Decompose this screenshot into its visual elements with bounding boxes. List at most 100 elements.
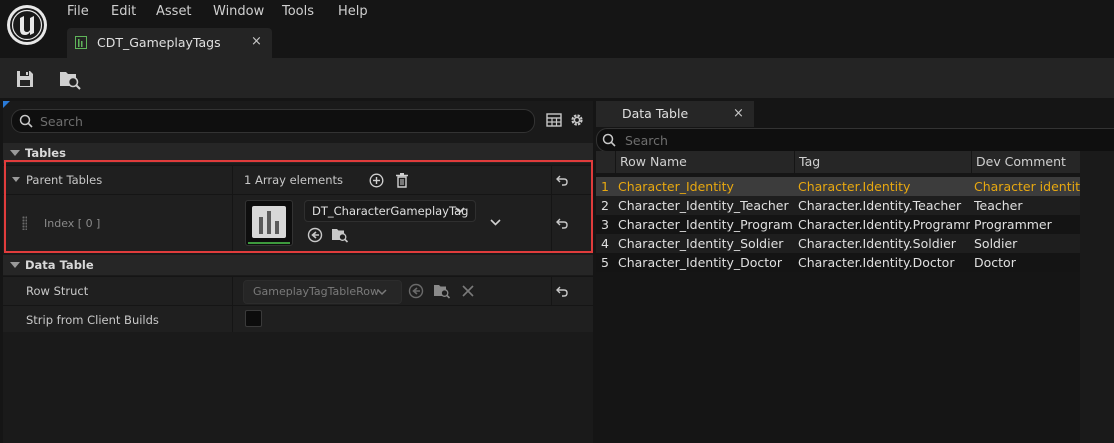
tag-cell: Character.Identity.Doctor — [798, 255, 955, 270]
menu-window[interactable]: Window — [213, 3, 264, 21]
array-count-label: 1 Array elements — [244, 173, 344, 187]
row-name-cell: Character_Identity_Teacher — [618, 198, 789, 213]
table-row[interactable]: 1 Character_Identity Character.Identity … — [596, 177, 1080, 196]
row-number: 5 — [601, 255, 609, 270]
row-name-cell: Character_Identity — [618, 179, 734, 194]
strip-client-builds-row: Strip from Client Builds — [3, 305, 593, 332]
details-search-input[interactable] — [40, 110, 520, 132]
asset-thumbnail[interactable] — [245, 200, 293, 246]
header-dev-comment[interactable]: Dev Comment — [972, 151, 1080, 173]
tag-cell: Character.Identity — [798, 179, 911, 194]
dev-comment-cell: Programmer — [974, 217, 1052, 232]
tab-label: CDT_GameplayTags — [97, 35, 221, 50]
row-number: 1 — [601, 179, 609, 194]
chevron-down-icon — [377, 289, 387, 296]
browse-icon[interactable] — [433, 282, 451, 299]
table-row[interactable]: 3 Character_Identity_Programm Character.… — [596, 215, 1080, 234]
data-table-icon — [75, 36, 87, 49]
data-table-tab[interactable]: Data Table × — [596, 101, 754, 127]
use-selected-asset-icon[interactable] — [307, 227, 323, 243]
header-num — [596, 151, 616, 173]
section-title: Data Table — [25, 258, 94, 272]
collapse-arrow-icon — [10, 150, 20, 156]
column-divider — [551, 277, 552, 305]
menu-edit[interactable]: Edit — [111, 3, 136, 21]
tables-section-header[interactable]: Tables — [3, 143, 593, 163]
drag-handle-icon[interactable] — [22, 216, 27, 230]
menu-asset[interactable]: Asset — [156, 3, 192, 21]
tag-cell: Character.Identity.Programmer — [798, 217, 970, 232]
toolbar — [0, 58, 1114, 98]
row-name-cell: Character_Identity_Programm — [618, 217, 794, 232]
browse-to-asset-icon[interactable] — [331, 226, 349, 243]
row-name-cell: Character_Identity_Doctor — [618, 255, 782, 270]
dev-comment-cell: Character identity — [974, 179, 1080, 194]
row-struct-label: Row Struct — [26, 284, 89, 298]
reset-to-default-icon[interactable] — [555, 285, 569, 297]
column-divider — [232, 195, 233, 251]
dev-comment-cell: Teacher — [974, 198, 1023, 213]
vertical-scrollbar[interactable] — [1080, 151, 1114, 443]
reset-to-default-icon[interactable] — [555, 217, 569, 229]
use-selected-icon[interactable] — [408, 283, 424, 299]
data-table-section-header[interactable]: Data Table — [3, 255, 593, 275]
chevron-down-icon — [455, 207, 465, 214]
tag-cell: Character.Identity.Soldier — [798, 236, 956, 251]
row-struct-combo[interactable]: GameplayTagTableRow — [243, 280, 402, 304]
expand-chevron-icon[interactable] — [490, 219, 501, 226]
column-divider — [232, 306, 233, 332]
panel-corner-marker — [3, 101, 10, 108]
expand-arrow-icon[interactable] — [12, 177, 20, 182]
header-row-name[interactable]: Row Name — [616, 151, 795, 173]
details-search-box[interactable] — [11, 109, 535, 133]
dev-comment-cell: Doctor — [974, 255, 1016, 270]
search-icon — [19, 114, 33, 128]
asset-picker-combo[interactable]: DT_CharacterGameplayTag — [304, 200, 476, 222]
tab-close-icon[interactable]: × — [251, 34, 262, 49]
column-divider — [232, 277, 233, 305]
row-number: 3 — [601, 217, 609, 232]
menu-tools[interactable]: Tools — [282, 3, 314, 21]
save-icon[interactable] — [14, 68, 36, 90]
tag-cell: Character.Identity.Teacher — [798, 198, 962, 213]
clear-icon[interactable] — [462, 285, 474, 297]
unreal-logo-icon[interactable] — [7, 5, 47, 45]
index-label: Index [ 0 ] — [44, 217, 101, 230]
column-divider — [551, 195, 552, 251]
trash-icon[interactable] — [395, 172, 409, 188]
tab-label: Data Table — [622, 106, 689, 121]
parent-tables-label: Parent Tables — [26, 173, 103, 187]
tab-close-icon[interactable]: × — [733, 106, 744, 121]
table-row[interactable]: 2 Character_Identity_Teacher Character.I… — [596, 196, 1080, 215]
data-table-panel: Data Table × Row Name Tag Dev Comment 1 … — [596, 101, 1114, 443]
asset-tab[interactable]: CDT_GameplayTags × — [67, 28, 272, 58]
table-header: Row Name Tag Dev Comment — [596, 151, 1080, 173]
menu-file[interactable]: File — [67, 3, 89, 21]
collapse-arrow-icon — [10, 262, 20, 268]
data-table-search-box[interactable] — [596, 128, 1114, 152]
asset-picker-value: DT_CharacterGameplayTag — [312, 204, 469, 218]
strip-client-builds-label: Strip from Client Builds — [26, 313, 159, 327]
row-name-cell: Character_Identity_Soldier — [618, 236, 784, 251]
data-table-search-input[interactable] — [625, 129, 1105, 151]
column-divider — [551, 166, 552, 194]
table-view-icon[interactable] — [546, 112, 562, 128]
browse-asset-icon[interactable] — [58, 67, 82, 91]
gear-icon[interactable] — [569, 112, 585, 128]
dev-comment-cell: Soldier — [974, 236, 1018, 251]
index-0-row: Index [ 0 ] DT_CharacterGameplayTag — [3, 194, 593, 251]
add-element-icon[interactable] — [369, 173, 384, 188]
row-struct-row: Row Struct GameplayTagTableRow — [3, 276, 593, 305]
header-tag[interactable]: Tag — [795, 151, 972, 173]
details-panel: Tables Parent Tables 1 Array elements In… — [3, 101, 593, 443]
menu-help[interactable]: Help — [338, 3, 368, 21]
row-number: 2 — [601, 198, 609, 213]
section-title: Tables — [25, 146, 66, 160]
title-bar: File Edit Asset Window Tools Help CDT_Ga… — [0, 0, 1114, 58]
strip-client-builds-checkbox[interactable] — [245, 310, 262, 327]
column-divider — [232, 166, 233, 194]
row-struct-value: GameplayTagTableRow — [253, 285, 379, 298]
table-row[interactable]: 4 Character_Identity_Soldier Character.I… — [596, 234, 1080, 253]
table-row[interactable]: 5 Character_Identity_Doctor Character.Id… — [596, 253, 1080, 272]
reset-to-default-icon[interactable] — [555, 174, 569, 186]
